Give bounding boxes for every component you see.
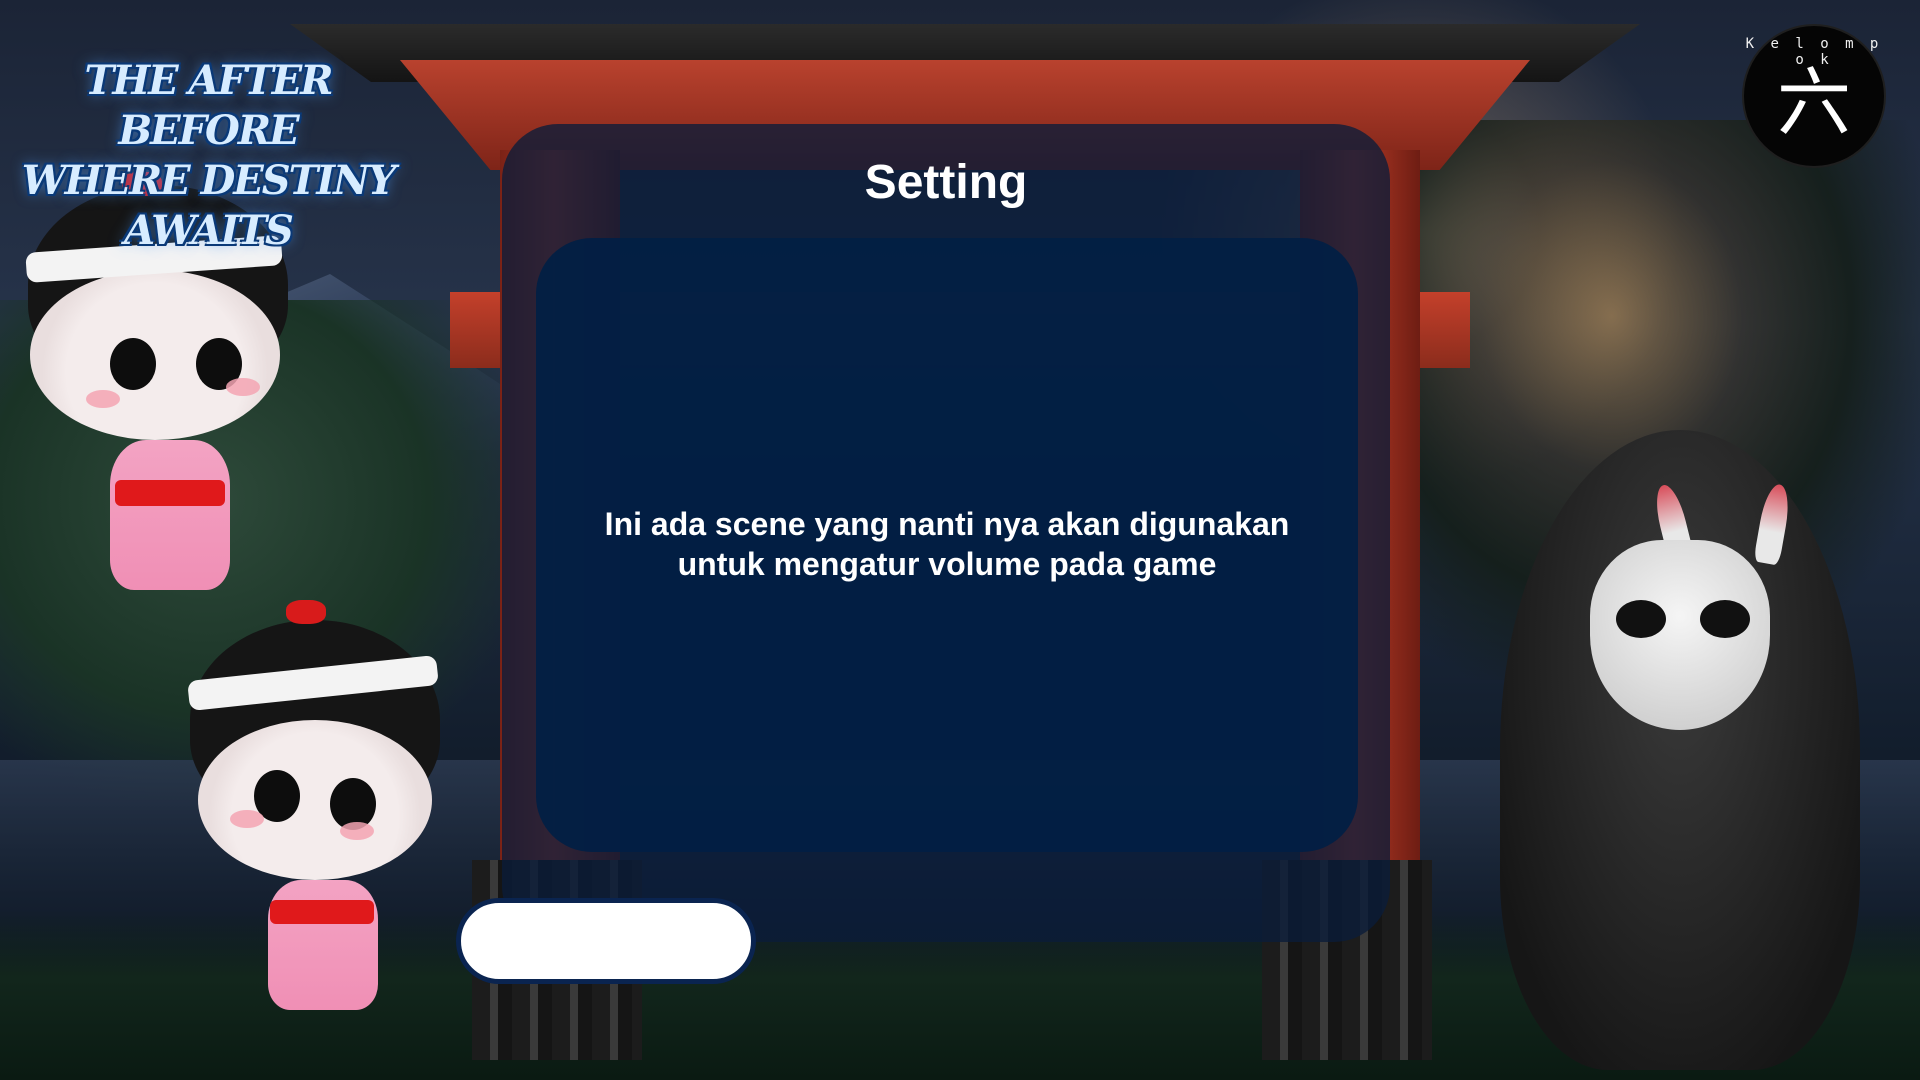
game-logo-line1: THE AFTER BEFORE — [84, 57, 334, 154]
game-logo: THE AFTER BEFORE WHERE DESTINY AWAITS — [12, 56, 404, 256]
face — [30, 270, 280, 440]
oni-mask — [1590, 540, 1770, 730]
blush-left — [86, 390, 120, 408]
setting-description-line2: untuk mengatur volume pada game — [677, 546, 1217, 582]
blush-right — [340, 822, 374, 840]
red-bow — [286, 600, 326, 624]
mask-eye-right — [1700, 600, 1750, 638]
eye-left — [110, 338, 156, 390]
mask-eye-left — [1616, 600, 1666, 638]
studio-logo: K e l o m p o k 六 — [1744, 26, 1884, 166]
face — [198, 720, 432, 880]
obi — [115, 480, 225, 506]
kimono — [110, 440, 230, 590]
blush-right — [226, 378, 260, 396]
game-logo-line2: WHERE DESTINY AWAITS — [21, 157, 397, 254]
blush-left — [230, 810, 264, 828]
back-button[interactable] — [456, 898, 756, 984]
obi — [270, 900, 374, 924]
setting-description: Ini ada scene yang nanti nya akan diguna… — [536, 504, 1358, 584]
studio-glyph: 六 — [1777, 60, 1851, 146]
setting-description-line1: Ini ada scene yang nanti nya akan diguna… — [604, 506, 1290, 542]
panel-title: Setting — [864, 156, 1028, 209]
